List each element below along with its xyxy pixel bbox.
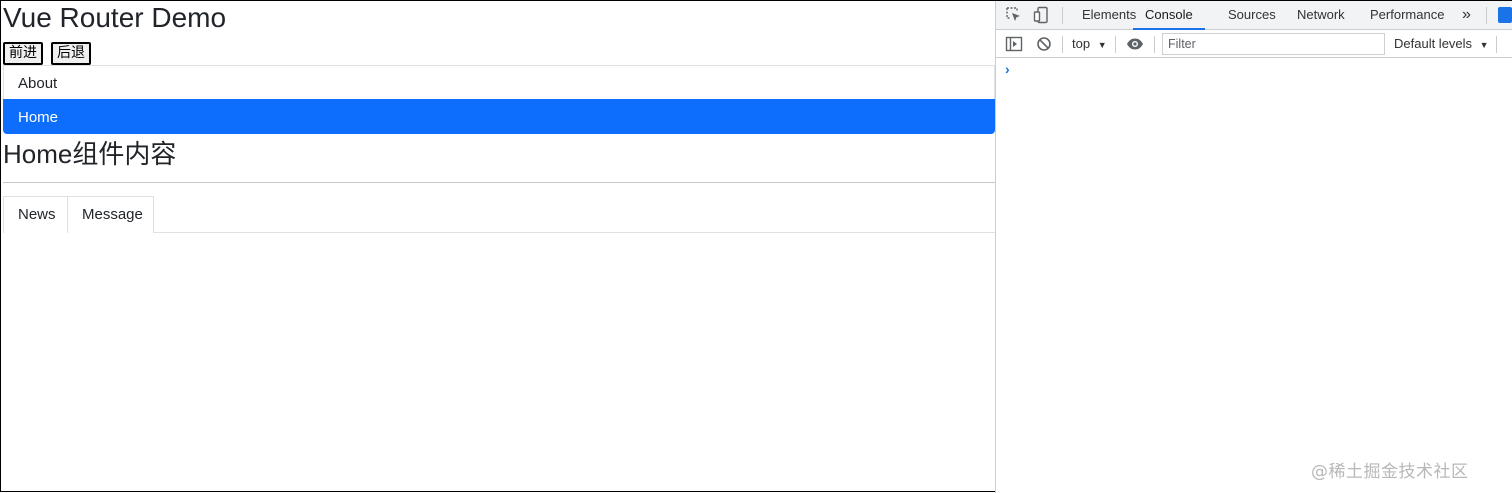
router-link-home[interactable]: Home xyxy=(3,99,995,134)
context-label: top xyxy=(1072,36,1091,51)
page-title: Vue Router Demo xyxy=(3,2,227,33)
devtools-panel: Elements Console Sources Network Perform… xyxy=(995,1,1512,493)
tab-console[interactable]: Console xyxy=(1133,1,1205,30)
router-link-list: About Home xyxy=(3,65,995,134)
toolbar-divider xyxy=(1062,7,1063,24)
router-link-about[interactable]: About xyxy=(3,65,995,100)
tab-network[interactable]: Network xyxy=(1297,1,1345,29)
filter-input[interactable] xyxy=(1162,33,1385,55)
console-toolbar: top ▼ Default levels ▼ xyxy=(996,30,1512,58)
app-page: Vue Router Demo 前进 后退 About Home Home组件内… xyxy=(1,1,995,493)
history-buttons: 前进 后退 xyxy=(3,42,91,65)
tab-message[interactable]: Message xyxy=(67,196,154,233)
log-levels-select[interactable]: Default levels ▼ xyxy=(1394,36,1489,51)
toolbar-divider xyxy=(1154,36,1155,53)
chevron-down-icon: ▼ xyxy=(1097,40,1107,50)
clear-console-icon[interactable] xyxy=(1035,35,1053,53)
nested-tabs: News Message xyxy=(3,196,995,233)
more-tabs-icon[interactable]: » xyxy=(1462,1,1471,29)
tab-performance[interactable]: Performance xyxy=(1370,1,1444,29)
divider xyxy=(3,182,995,183)
tab-sources[interactable]: Sources xyxy=(1228,1,1276,29)
issues-icon[interactable] xyxy=(1498,7,1512,23)
devtools-tabbar: Elements Console Sources Network Perform… xyxy=(996,1,1512,30)
console-prompt-icon[interactable]: › xyxy=(1005,61,1010,77)
toolbar-divider xyxy=(1062,36,1063,53)
inspect-element-icon[interactable] xyxy=(1005,6,1023,24)
tab-news[interactable]: News xyxy=(3,196,68,233)
tab-elements[interactable]: Elements xyxy=(1082,1,1136,29)
log-levels-label: Default levels xyxy=(1394,36,1473,51)
device-toolbar-icon[interactable] xyxy=(1033,6,1051,24)
home-content-title: Home组件内容 xyxy=(3,139,177,169)
chevron-down-icon: ▼ xyxy=(1479,40,1489,50)
show-sidebar-icon[interactable] xyxy=(1005,35,1023,53)
forward-button[interactable]: 前进 xyxy=(3,42,43,65)
eye-icon[interactable] xyxy=(1126,35,1144,53)
toolbar-divider xyxy=(1115,36,1116,53)
toolbar-divider xyxy=(1486,7,1487,24)
context-select[interactable]: top ▼ xyxy=(1072,36,1107,51)
watermark: @稀土掘金技术社区 xyxy=(1311,462,1469,482)
back-button[interactable]: 后退 xyxy=(51,42,91,65)
toolbar-divider xyxy=(1496,36,1497,53)
